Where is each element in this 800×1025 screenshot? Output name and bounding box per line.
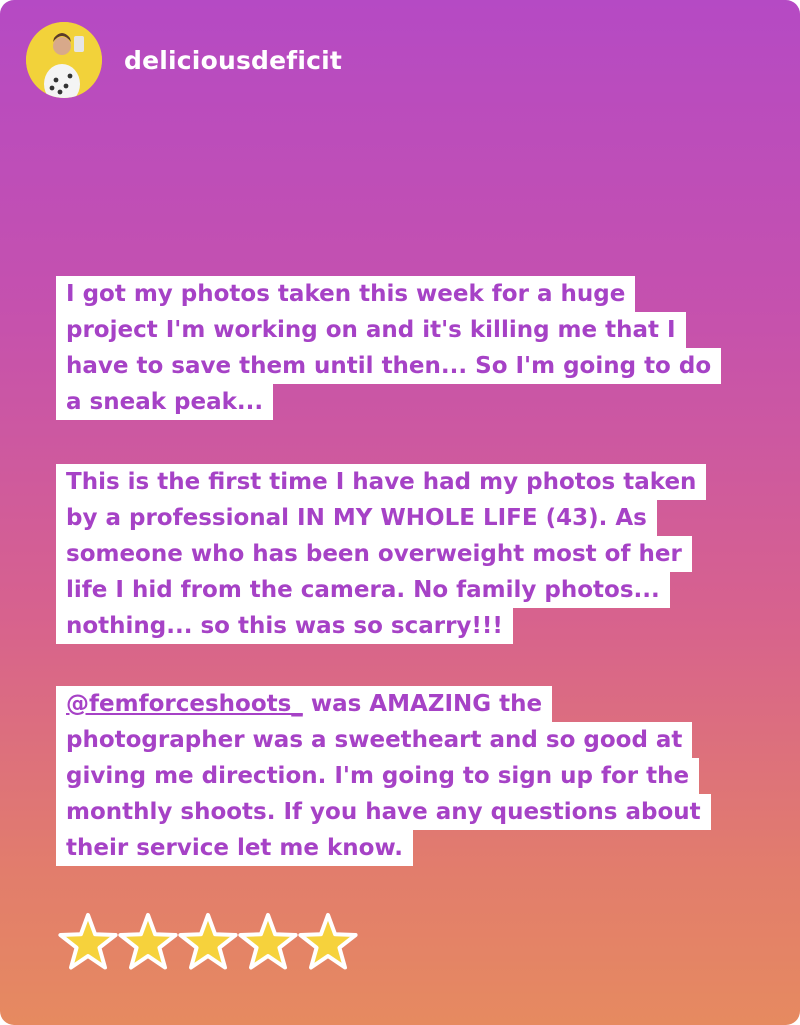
caption-line: This is the first time I have had my pho…: [56, 464, 756, 500]
caption-line: @femforceshoots_ was AMAZING the: [56, 686, 756, 722]
star-sticker-icon: [296, 910, 360, 974]
caption-text: was AMAZING the: [302, 691, 543, 717]
caption-text: project I'm working on and it's killing …: [56, 312, 686, 348]
caption-line: by a professional IN MY WHOLE LIFE (43).…: [56, 500, 756, 536]
caption-text: life I hid from the camera. No family ph…: [56, 572, 670, 608]
avatar[interactable]: [26, 22, 102, 98]
caption-text: I got my photos taken this week for a hu…: [56, 276, 636, 312]
star-rating: [56, 910, 358, 974]
caption-line: have to save them until then... So I'm g…: [56, 348, 756, 384]
caption-line: giving me direction. I'm going to sign u…: [56, 758, 756, 794]
caption-line: photographer was a sweetheart and so goo…: [56, 722, 756, 758]
profile-photo-avatar-icon: [26, 22, 102, 98]
caption-line: project I'm working on and it's killing …: [56, 312, 756, 348]
star-sticker-icon: [116, 910, 180, 974]
caption-text-with-mention: @femforceshoots_ was AMAZING the: [56, 686, 553, 722]
caption-paragraph-3: @femforceshoots_ was AMAZING the photogr…: [56, 686, 756, 866]
caption-text: have to save them until then... So I'm g…: [56, 348, 722, 384]
caption-text: This is the first time I have had my pho…: [56, 464, 707, 500]
star-sticker-icon: [236, 910, 300, 974]
story-frame: deliciousdeficit I got my photos taken t…: [0, 0, 800, 1025]
story-header: deliciousdeficit: [26, 22, 342, 98]
caption-text: photographer was a sweetheart and so goo…: [56, 722, 693, 758]
username[interactable]: deliciousdeficit: [124, 46, 342, 75]
caption-text: nothing... so this was so scarry!!!: [56, 608, 513, 644]
caption-text: someone who has been overweight most of …: [56, 536, 692, 572]
star-sticker-icon: [176, 910, 240, 974]
caption-line: life I hid from the camera. No family ph…: [56, 572, 756, 608]
caption-text: by a professional IN MY WHOLE LIFE (43).…: [56, 500, 657, 536]
caption-line: monthly shoots. If you have any question…: [56, 794, 756, 830]
caption-paragraph-2: This is the first time I have had my pho…: [56, 464, 756, 644]
caption-text: giving me direction. I'm going to sign u…: [56, 758, 700, 794]
caption-text: their service let me know.: [56, 830, 413, 866]
caption-text: a sneak peak...: [56, 384, 274, 420]
caption-line: a sneak peak...: [56, 384, 756, 420]
star-sticker-icon: [56, 910, 120, 974]
caption-line: their service let me know.: [56, 830, 756, 866]
mention-link[interactable]: @femforceshoots_: [66, 691, 303, 717]
caption-line: I got my photos taken this week for a hu…: [56, 276, 756, 312]
caption-paragraph-1: I got my photos taken this week for a hu…: [56, 276, 756, 420]
caption-text: monthly shoots. If you have any question…: [56, 794, 711, 830]
caption-line: nothing... so this was so scarry!!!: [56, 608, 756, 644]
caption-line: someone who has been overweight most of …: [56, 536, 756, 572]
